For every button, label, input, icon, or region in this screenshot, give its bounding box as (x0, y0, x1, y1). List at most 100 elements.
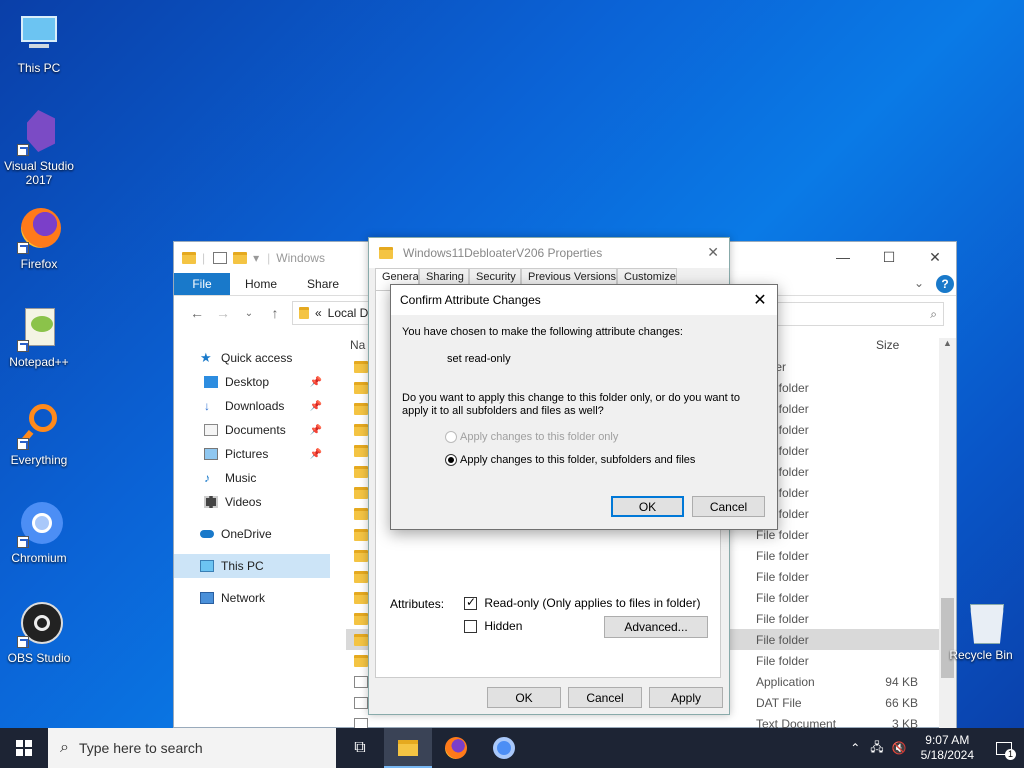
desktop-icon-everything[interactable]: Everything (2, 402, 76, 467)
folder-icon (354, 486, 368, 499)
column-header-size[interactable]: Size (876, 338, 899, 352)
sidebar-item-desktop[interactable]: Desktop 📌 (174, 370, 330, 394)
tab-share[interactable]: Share (292, 273, 354, 295)
folder-icon (182, 251, 196, 264)
radio-selected[interactable] (445, 454, 457, 467)
desktop-icon-label: Firefox (20, 257, 58, 271)
confirm-ok-button[interactable]: OK (611, 496, 684, 517)
item-size: 66 KB (885, 695, 918, 710)
desktop-icon-visual-studio[interactable]: Visual Studio 2017 (2, 108, 76, 187)
sidebar-item-videos[interactable]: Videos (174, 490, 330, 514)
show-hidden-icons-icon[interactable]: ⌃ (844, 741, 866, 755)
start-button[interactable] (0, 728, 48, 768)
sidebar-item-network[interactable]: Network (174, 586, 330, 610)
forward-icon[interactable]: → (210, 305, 236, 321)
confirm-title-bar: Confirm Attribute Changes (391, 285, 777, 315)
desktop-icon-label: This PC (17, 61, 61, 75)
advanced-button[interactable]: Advanced... (604, 616, 708, 638)
sidebar-item-music[interactable]: ♪ Music (174, 466, 330, 490)
pin-icon[interactable]: 📌 (310, 401, 322, 412)
desktop-icon-chromium[interactable]: Chromium (2, 500, 76, 565)
visual-studio-icon (15, 108, 63, 156)
sidebar-item-onedrive[interactable]: OneDrive (174, 522, 330, 546)
desktop-icon-recycle-bin[interactable]: Recycle Bin (949, 604, 1022, 662)
tab-home[interactable]: Home (230, 273, 292, 295)
pin-icon[interactable]: 📌 (310, 377, 322, 388)
download-arrow-icon: ↓ (204, 399, 210, 413)
close-icon[interactable]: ✕ (707, 244, 719, 261)
folder-icon (354, 465, 368, 478)
cloud-icon (200, 530, 214, 538)
close-button[interactable]: ✕ (912, 242, 958, 272)
expand-ribbon-icon[interactable]: ⌄ (914, 276, 924, 290)
network-icon[interactable]: 🖧 (866, 738, 887, 759)
pin-icon[interactable]: 📌 (310, 425, 322, 436)
search-input[interactable]: ⌕ (764, 302, 944, 326)
pin-icon[interactable]: 📌 (310, 449, 322, 460)
taskbar-file-explorer[interactable] (384, 728, 432, 768)
sidebar-item-this-pc[interactable]: This PC (174, 554, 330, 578)
taskbar-search[interactable]: ⌕ Type here to search (48, 728, 336, 768)
firefox-icon (445, 737, 467, 759)
desktop-icon-firefox[interactable]: Firefox (2, 206, 76, 271)
checkbox-checked[interactable] (464, 595, 477, 611)
desktop-icon-obs[interactable]: OBS Studio (2, 600, 76, 665)
attributes-label: Attributes: (390, 597, 445, 611)
new-folder-icon[interactable] (233, 251, 248, 264)
folder-only-radio[interactable]: Apply changes to this folder only (445, 431, 618, 444)
close-icon[interactable]: ✕ (743, 285, 777, 315)
question-line-2: apply it to all subfolders and files as … (402, 405, 604, 417)
folder-icon (354, 507, 368, 520)
properties-icon[interactable] (213, 251, 228, 264)
customize-quick-access-icon[interactable]: ▾ (253, 251, 259, 265)
recent-locations-icon[interactable]: ⌄ (236, 308, 262, 319)
column-header-name[interactable]: Na (350, 338, 365, 352)
subfolders-and-files-radio[interactable]: Apply changes to this folder, subfolders… (445, 454, 695, 467)
help-icon[interactable]: ? (936, 275, 954, 293)
properties-apply-button[interactable]: Apply (649, 687, 723, 708)
clock-time: 9:07 AM (925, 733, 970, 747)
properties-cancel-button[interactable]: Cancel (568, 687, 642, 708)
readonly-checkbox[interactable]: Read-only (Only applies to files in fold… (464, 595, 700, 611)
volume-muted-icon[interactable]: 🔇 (888, 741, 911, 755)
sidebar-item-quick-access[interactable]: ★ Quick access (174, 346, 330, 370)
action-center-button[interactable]: 1 (984, 728, 1024, 768)
radio-unselected[interactable] (445, 431, 457, 444)
taskbar-chromium[interactable] (480, 728, 528, 768)
desktop-icon-notepadpp[interactable]: Notepad++ (2, 304, 76, 369)
navigation-pane: ★ Quick access Desktop 📌 ↓ Downloads 📌 Docum… (174, 346, 330, 610)
confirm-cancel-button[interactable]: Cancel (692, 496, 765, 517)
sidebar-item-downloads[interactable]: ↓ Downloads 📌 (174, 394, 330, 418)
tab-file[interactable]: File (174, 273, 230, 295)
desktop-icon-this-pc[interactable]: This PC (2, 10, 76, 75)
properties-title: Windows11DebloaterV206 Properties (403, 246, 603, 260)
recycle-bin-icon (970, 604, 1004, 644)
item-type: Application (756, 674, 815, 689)
pictures-icon (204, 448, 218, 460)
sidebar-item-pictures[interactable]: Pictures 📌 (174, 442, 330, 466)
minimize-button[interactable]: — (820, 242, 866, 272)
system-tray: ⌃ 🖧 🔇 9:07 AM 5/18/2024 1 (844, 728, 1024, 768)
clock[interactable]: 9:07 AM 5/18/2024 (911, 733, 984, 763)
folder-icon (354, 444, 368, 457)
maximize-button[interactable]: ☐ (866, 242, 912, 272)
chromium-icon (15, 500, 63, 548)
desktop-icon-label: Visual Studio 2017 (4, 159, 74, 187)
confirm-title: Confirm Attribute Changes (400, 293, 541, 307)
back-icon[interactable]: ← (184, 305, 210, 321)
monitor-icon (200, 560, 214, 572)
notepadpp-icon (15, 304, 63, 352)
taskbar-firefox[interactable] (432, 728, 480, 768)
hidden-checkbox[interactable]: Hidden (464, 619, 522, 634)
network-icon (200, 592, 214, 604)
task-view-button[interactable]: ⧉ (336, 728, 384, 768)
vertical-scrollbar[interactable]: ▲ (939, 338, 956, 729)
sidebar-item-documents[interactable]: Documents 📌 (174, 418, 330, 442)
desktop-icon-label: Notepad++ (9, 355, 69, 369)
desktop-icon-label: Chromium (11, 551, 67, 565)
up-icon[interactable]: ↑ (262, 305, 288, 321)
folder-icon (354, 612, 368, 625)
checkbox-unchecked[interactable] (464, 620, 477, 634)
monitor-icon (15, 10, 63, 58)
properties-ok-button[interactable]: OK (487, 687, 561, 708)
